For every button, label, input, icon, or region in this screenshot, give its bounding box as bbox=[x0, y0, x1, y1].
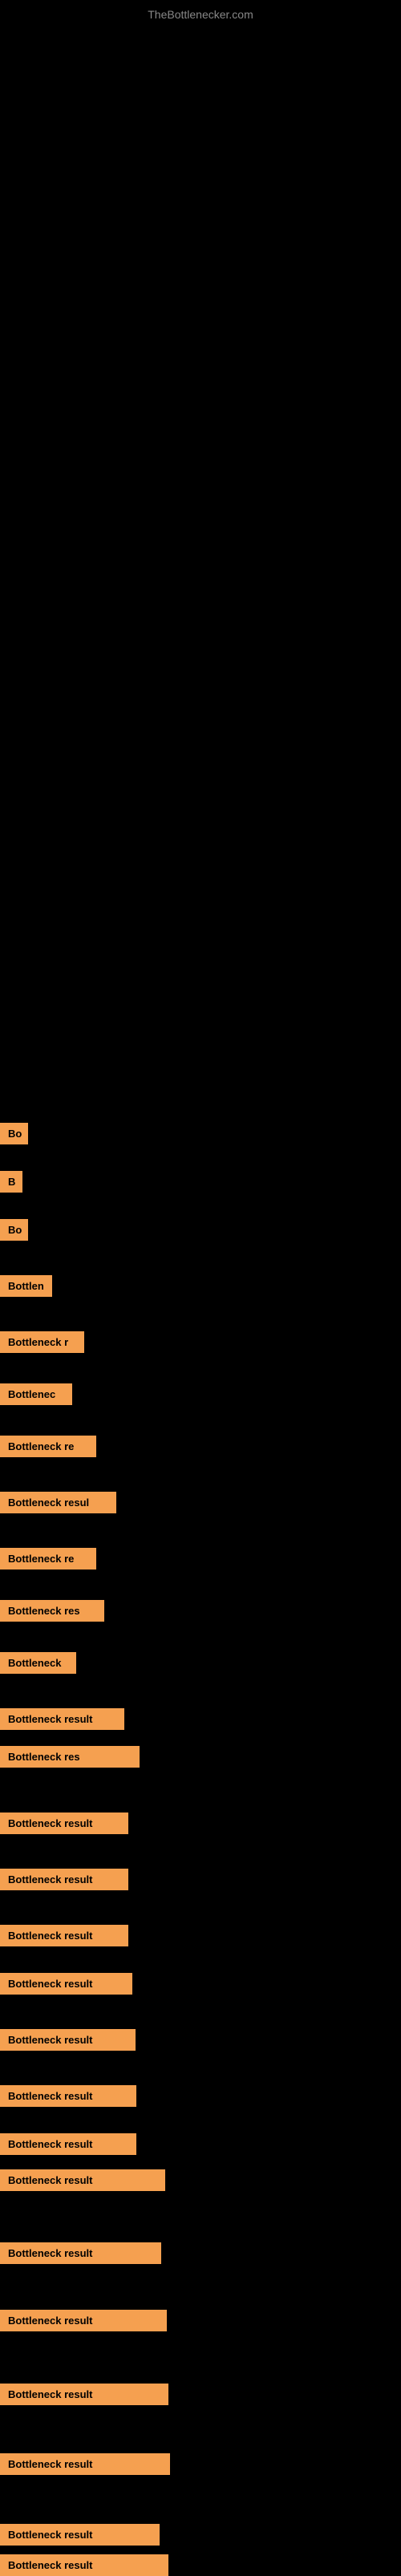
bottleneck-result-item: Bottleneck result bbox=[0, 2029, 136, 2051]
bottleneck-result-item: Bottleneck result bbox=[0, 2169, 165, 2191]
bottleneck-result-item: Bottleneck result bbox=[0, 2384, 168, 2405]
bottleneck-result-item: Bottleneck result bbox=[0, 2133, 136, 2155]
bottleneck-result-item: Bottleneck re bbox=[0, 1548, 96, 1569]
bottleneck-result-item: Bottleneck result bbox=[0, 1813, 128, 1834]
bottleneck-result-item: Bo bbox=[0, 1219, 28, 1241]
bottleneck-result-item: Bottleneck result bbox=[0, 1925, 128, 1946]
bottleneck-result-item: Bottleneck result bbox=[0, 2453, 170, 2475]
bottleneck-result-item: Bottleneck re bbox=[0, 1436, 96, 1457]
bottleneck-result-item: Bottleneck result bbox=[0, 2242, 161, 2264]
bottleneck-result-item: Bottleneck result bbox=[0, 2085, 136, 2107]
bottleneck-result-item: Bottlen bbox=[0, 1275, 52, 1297]
bottleneck-result-item: Bottleneck r bbox=[0, 1331, 84, 1353]
bottleneck-result-item: Bo bbox=[0, 1123, 28, 1144]
site-title: TheBottlenecker.com bbox=[148, 8, 253, 21]
bottleneck-result-item: Bottleneck result bbox=[0, 1973, 132, 1995]
bottleneck-result-item: Bottleneck result bbox=[0, 2524, 160, 2546]
bottleneck-result-item: Bottleneck result bbox=[0, 1708, 124, 1730]
bottleneck-result-item: B bbox=[0, 1171, 22, 1193]
bottleneck-result-item: Bottleneck res bbox=[0, 1600, 104, 1622]
bottleneck-result-item: Bottleneck result bbox=[0, 1869, 128, 1890]
bottleneck-result-item: Bottlenec bbox=[0, 1383, 72, 1405]
bottleneck-result-item: Bottleneck bbox=[0, 1652, 76, 1674]
bottleneck-result-item: Bottleneck res bbox=[0, 1746, 140, 1768]
bottleneck-result-item: Bottleneck result bbox=[0, 2554, 168, 2576]
bottleneck-result-item: Bottleneck resul bbox=[0, 1492, 116, 1513]
bottleneck-result-item: Bottleneck result bbox=[0, 2310, 167, 2331]
